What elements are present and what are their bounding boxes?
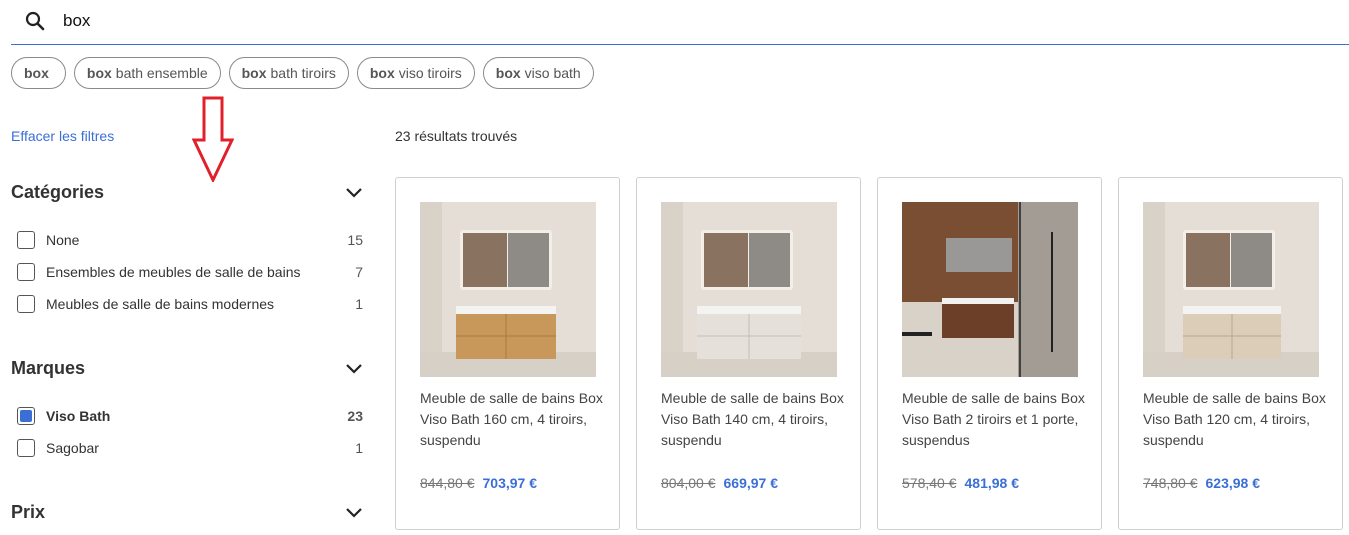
product-card[interactable]: Meuble de salle de bains Box Viso Bath 1… — [1118, 177, 1343, 530]
search-icon[interactable] — [25, 11, 45, 31]
product-card[interactable]: Meuble de salle de bains Box Viso Bath 1… — [636, 177, 861, 530]
search-bar — [11, 0, 1349, 45]
facet-item-none[interactable]: None 15 — [17, 230, 365, 250]
price-row: 578,40 € 481,98 € — [902, 475, 1019, 491]
suggestion-chips: box box bath ensemble box bath tiroirs box… — [11, 57, 594, 89]
old-price: 748,80 € — [1143, 475, 1198, 491]
facet-item-modernes[interactable]: Meubles de salle de bains modernes 1 — [17, 294, 365, 314]
chevron-down-icon[interactable] — [345, 187, 363, 199]
facet-label: Sagobar — [46, 440, 99, 456]
product-title[interactable]: Meuble de salle de bains Box Viso Bath 1… — [420, 388, 605, 451]
sale-price: 669,97 € — [723, 475, 779, 491]
price-row: 844,80 € 703,97 € — [420, 475, 537, 491]
sale-price: 623,98 € — [1205, 475, 1261, 491]
facet-item-sagobar[interactable]: Sagobar 1 — [17, 438, 365, 458]
product-card[interactable]: Meuble de salle de bains Box Viso Bath 1… — [395, 177, 620, 530]
checkbox[interactable] — [17, 295, 35, 313]
sale-price: 481,98 € — [964, 475, 1020, 491]
old-price: 844,80 € — [420, 475, 475, 491]
checkbox-checked[interactable] — [17, 407, 35, 425]
facet-label: Ensembles de meubles de salle de bains — [46, 264, 301, 280]
facet-count: 1 — [355, 440, 363, 456]
checkbox[interactable] — [17, 231, 35, 249]
facet-label: Meubles de salle de bains modernes — [46, 296, 275, 312]
checkbox[interactable] — [17, 439, 35, 457]
facet-item-ensembles[interactable]: Ensembles de meubles de salle de bains 7 — [17, 262, 365, 282]
facet-label: None — [46, 232, 80, 248]
product-image[interactable] — [420, 202, 596, 377]
facet-title-price[interactable]: Prix — [11, 502, 45, 523]
annotation-arrow — [192, 96, 234, 182]
suggestion-chip[interactable]: box viso tiroirs — [356, 57, 475, 89]
facet-count: 15 — [347, 232, 363, 248]
suggestion-chip[interactable]: box — [11, 57, 66, 89]
facet-title-categories[interactable]: Catégories — [11, 182, 104, 203]
old-price: 804,00 € — [661, 475, 716, 491]
sale-price: 703,97 € — [482, 475, 538, 491]
checkbox[interactable] — [17, 263, 35, 281]
product-image[interactable] — [1143, 202, 1319, 377]
product-image[interactable] — [661, 202, 837, 377]
chevron-down-icon[interactable] — [345, 363, 363, 375]
clear-filters-link[interactable]: Effacer les filtres — [11, 128, 114, 144]
chevron-down-icon[interactable] — [345, 507, 363, 519]
product-title[interactable]: Meuble de salle de bains Box Viso Bath 1… — [1143, 388, 1328, 451]
price-row: 804,00 € 669,97 € — [661, 475, 778, 491]
suggestion-chip[interactable]: box bath ensemble — [73, 57, 221, 89]
facet-item-viso-bath[interactable]: Viso Bath 23 — [17, 406, 365, 426]
product-title[interactable]: Meuble de salle de bains Box Viso Bath 2… — [902, 388, 1087, 451]
suggestion-chip[interactable]: box bath tiroirs — [228, 57, 349, 89]
price-row: 748,80 € 623,98 € — [1143, 475, 1260, 491]
facet-count: 7 — [355, 264, 363, 280]
suggestion-chip[interactable]: box viso bath — [482, 57, 594, 89]
search-input[interactable] — [63, 9, 663, 33]
facet-count: 23 — [347, 408, 363, 424]
product-image[interactable] — [902, 202, 1078, 377]
results-count: 23 résultats trouvés — [395, 128, 518, 144]
facet-label: Viso Bath — [46, 408, 111, 424]
product-title[interactable]: Meuble de salle de bains Box Viso Bath 1… — [661, 388, 846, 451]
product-card[interactable]: Meuble de salle de bains Box Viso Bath 2… — [877, 177, 1102, 530]
facet-title-brands[interactable]: Marques — [11, 358, 85, 379]
old-price: 578,40 € — [902, 475, 957, 491]
facet-count: 1 — [355, 296, 363, 312]
